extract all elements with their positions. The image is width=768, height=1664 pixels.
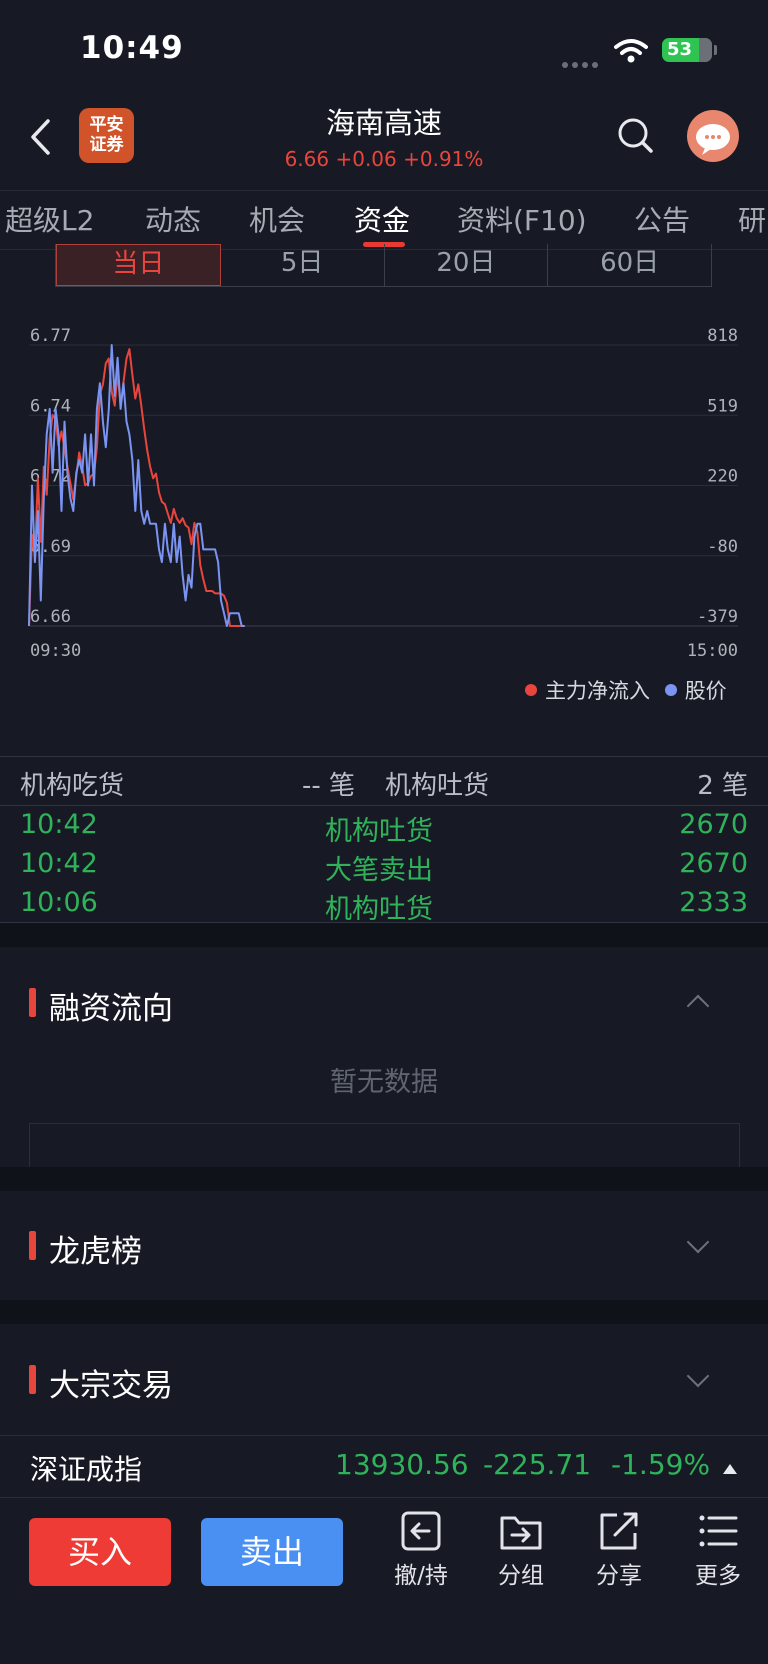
tab-bar: 超级L2 动态 机会 资金 资料(F10) 公告 研 [0,190,768,250]
tab-funds[interactable]: 资金 [354,199,410,239]
legend-price-dot [664,684,677,696]
period-20d[interactable]: 20日 [385,244,549,286]
legend-main-inflow: 主力净流入 [545,679,650,703]
section-marker [29,1365,36,1394]
period-60d[interactable]: 60日 [548,244,711,286]
fund-flow-chart: 6.77 8186.74 5196.72 2206.69 -806.66 -37909:3… [28,326,738,660]
broker-logo: 平安 证券 [79,108,134,163]
tab-profile-f10[interactable]: 资料(F10) [457,199,587,239]
empty-table-frame [29,1123,740,1167]
tab-opportunity[interactable]: 机会 [249,199,305,239]
section-divider [0,923,768,947]
margin-flow-title[interactable]: 融资流向 [49,983,173,1028]
status-time: 10:49 [80,30,184,66]
row-type: 大笔卖出 [325,855,433,886]
period-today[interactable]: 当日 [56,244,221,286]
chevron-up-icon[interactable] [686,994,710,1018]
x-start-label: 09:30 [30,641,81,660]
row-volume: 2670 [679,848,748,879]
inst-buy-label: 机构吃货 [20,771,125,801]
group-label: 分组 [498,1563,544,1589]
share-icon [600,1512,638,1550]
period-selector: 当日 5日 20日 60日 [55,244,712,287]
row-type: 机构吐货 [325,816,433,847]
legend-price: 股价 [684,679,727,703]
cancel-hold-button[interactable]: 撤/持 [381,1510,461,1590]
share-label: 分享 [596,1563,642,1589]
inst-buy-count: -- 笔 [302,771,356,801]
search-icon[interactable] [617,117,655,159]
share-button[interactable]: 分享 [579,1510,659,1590]
row-type: 机构吐货 [325,894,433,925]
table-row: 10:42 大笔卖出 2670 [0,848,768,888]
assistant-avatar[interactable] [687,110,739,162]
right-tick-label: 220 [707,467,738,487]
x-end-label: 15:00 [687,641,738,660]
right-tick-label: 519 [707,396,738,416]
index-change: -225.71 [483,1448,592,1481]
expand-up-icon[interactable] [722,1460,738,1479]
cancel-hold-icon [401,1511,441,1551]
chevron-down-icon[interactable] [686,1230,710,1254]
tab-research[interactable]: 研 [738,199,766,239]
section-divider [0,1300,768,1324]
table-row: 10:42 机构吐货 2670 [0,809,768,849]
group-button[interactable]: 分组 [481,1510,561,1590]
battery-tip [714,45,717,55]
section-divider [0,1167,768,1191]
index-change-pct: -1.59% [611,1448,711,1481]
stock-quote: 6.66 +0.06 +0.91% [284,147,484,171]
menu-icon [699,1515,738,1547]
table-row: 10:06 机构吐货 2333 [0,887,768,927]
inst-sell-label: 机构吐货 [385,771,490,801]
folder-icon [500,1516,542,1550]
cancel-hold-label: 撤/持 [394,1563,448,1589]
tab-super-l2[interactable]: 超级L2 [5,199,94,239]
right-tick-label: -379 [697,607,738,627]
empty-state: 暂无数据 [330,1067,438,1098]
stock-name: 海南高速 [325,106,442,140]
battery-icon: 53 [662,38,712,62]
left-tick-label: 6.77 [30,326,71,346]
wifi-icon [614,38,648,68]
more-button[interactable]: 更多 [678,1510,758,1590]
chart-legend: 主力净流入 股价 [525,675,727,705]
index-value: 13930.56 [335,1448,469,1481]
row-volume: 2670 [679,809,748,840]
more-label: 更多 [695,1563,741,1589]
row-time: 10:06 [20,887,98,918]
section-marker [29,988,36,1017]
left-tick-label: 6.72 [30,467,71,487]
back-icon[interactable] [28,118,52,160]
section-marker [29,1231,36,1260]
index-name: 深证成指 [30,1453,143,1486]
legend-main-inflow-dot [525,684,537,696]
chevron-down-icon[interactable] [686,1364,710,1388]
left-tick-label: 6.66 [30,607,71,627]
cellular-signal-icon [561,54,601,73]
buy-button[interactable]: 买入 [29,1518,171,1586]
tab-announcements[interactable]: 公告 [634,199,690,239]
right-tick-label: 818 [707,326,738,346]
row-time: 10:42 [20,809,98,840]
row-time: 10:42 [20,848,98,879]
block-trade-title[interactable]: 大宗交易 [49,1360,173,1405]
institutional-header: 机构吃货 -- 笔 机构吐货 2 笔 [0,756,768,806]
inst-sell-count: 2 笔 [697,771,748,801]
period-5d[interactable]: 5日 [221,244,385,286]
sell-button[interactable]: 卖出 [201,1518,343,1586]
right-tick-label: -80 [707,537,738,557]
tab-news[interactable]: 动态 [145,199,201,239]
dragon-tiger-title[interactable]: 龙虎榜 [49,1226,142,1271]
row-volume: 2333 [679,887,748,918]
